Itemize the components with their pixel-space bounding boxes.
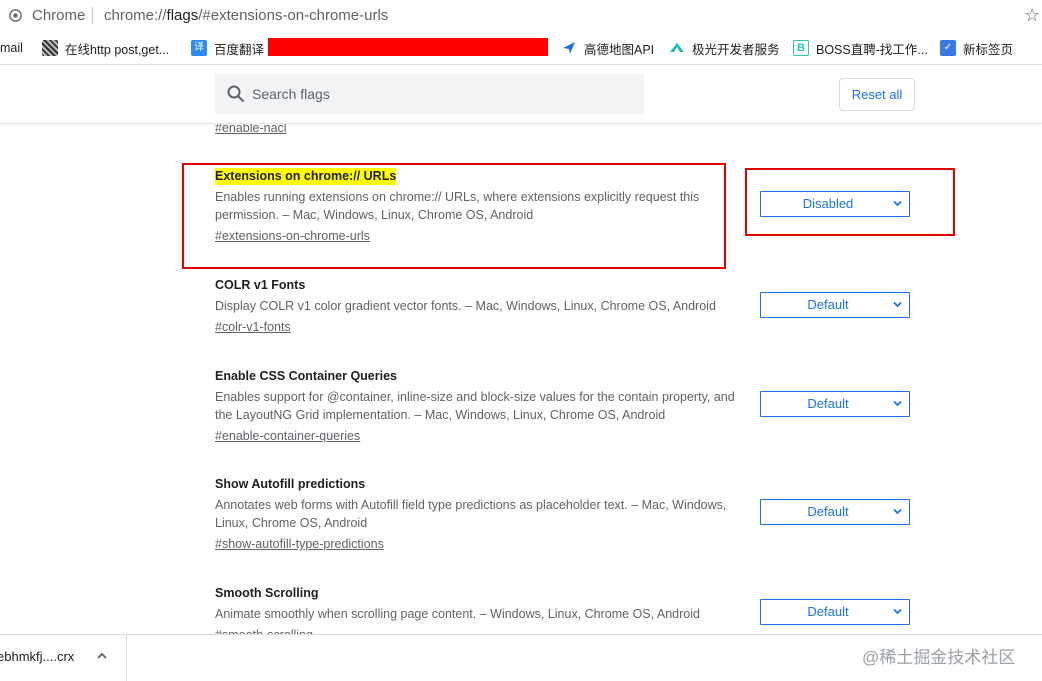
- url-prefix: chrome://: [104, 7, 167, 24]
- flag-item: Enable CSS Container Queries Enables sup…: [215, 367, 735, 445]
- bookmark-item-baidu-translate[interactable]: 译 百度翻译: [191, 39, 264, 57]
- bookmark-label: 百度翻译: [214, 42, 265, 57]
- amap-icon: [563, 42, 575, 54]
- flag-description: Display COLR v1 color gradient vector fo…: [215, 299, 716, 313]
- url-text[interactable]: chrome://flags/#extensions-on-chrome-url…: [104, 7, 388, 24]
- site-label: Chrome: [32, 7, 86, 24]
- search-placeholder: Search flags: [252, 86, 330, 102]
- chrome-page-icon: [9, 9, 22, 22]
- flag-link[interactable]: #smooth-scrolling: [215, 626, 313, 634]
- chevron-down-icon: [893, 301, 902, 308]
- bookmark-label: 在线http post,get...: [65, 42, 170, 57]
- url-rest: /#extensions-on-chrome-urls: [198, 7, 389, 24]
- chevron-down-icon: [893, 400, 902, 407]
- flag-title: Smooth Scrolling: [215, 586, 319, 600]
- shelf-divider: [126, 635, 127, 681]
- flag-title: Show Autofill predictions: [215, 477, 366, 491]
- chevron-down-icon: [893, 508, 902, 515]
- address-separator: [92, 7, 93, 24]
- flag-title: Enable CSS Container Queries: [215, 369, 397, 383]
- watermark: @稀土掘金技术社区: [862, 648, 1016, 667]
- chevron-up-icon[interactable]: [96, 650, 108, 662]
- redacted-bookmark: [268, 38, 548, 56]
- translate-icon: 译: [191, 40, 207, 56]
- bookmark-star-icon[interactable]: ☆: [1024, 5, 1040, 26]
- bookmark-label: BOSS直聘-找工作...: [816, 42, 928, 57]
- flag-select[interactable]: Default: [760, 391, 910, 417]
- flag-item: COLR v1 Fonts Display COLR v1 color grad…: [215, 276, 735, 336]
- flag-item: Smooth Scrolling Animate smoothly when s…: [215, 584, 735, 634]
- flag-title: COLR v1 Fonts: [215, 278, 306, 292]
- bookmark-label: 高德地图API: [584, 42, 655, 57]
- bookmark-label: mail: [0, 41, 23, 55]
- flag-select[interactable]: Default: [760, 292, 910, 318]
- bookmark-item-new-tab[interactable]: ✓ 新标签页: [940, 39, 1013, 57]
- annotation-box-select: [745, 168, 955, 236]
- flag-item: Show Autofill predictions Annotates web …: [215, 475, 735, 553]
- search-input[interactable]: Search flags: [215, 74, 644, 114]
- reset-all-button[interactable]: Reset all: [839, 78, 915, 111]
- flag-select-value: Default: [807, 504, 849, 519]
- address-bar[interactable]: Chrome chrome://flags/#extensions-on-chr…: [0, 0, 1042, 31]
- bookmark-item-boss[interactable]: B BOSS直聘-找工作...: [793, 39, 928, 57]
- flag-link[interactable]: #show-autofill-type-predictions: [215, 535, 384, 553]
- flag-description: Annotates web forms with Autofill field …: [215, 498, 727, 530]
- flag-link[interactable]: #enable-container-queries: [215, 427, 360, 445]
- flag-description: Animate smoothly when scrolling page con…: [215, 607, 700, 621]
- bookmark-item-jiguang[interactable]: 极光开发者服务: [669, 39, 780, 57]
- annotation-box-flag: [182, 163, 726, 269]
- bookmark-label: 新标签页: [963, 42, 1014, 57]
- chevron-down-icon: [893, 608, 902, 615]
- flag-description: Enables support for @container, inline-s…: [215, 390, 735, 422]
- newtab-icon: ✓: [940, 40, 956, 56]
- flag-select-value: Default: [807, 297, 849, 312]
- flag-select-value: Default: [807, 396, 849, 411]
- flag-link[interactable]: #colr-v1-fonts: [215, 318, 291, 336]
- bookmark-label: 极光开发者服务: [692, 42, 780, 57]
- download-filename[interactable]: ebhmkfj....crx: [0, 649, 74, 664]
- bookmark-item-http-post[interactable]: 在线http post,get...: [42, 39, 169, 57]
- flag-select-value: Default: [807, 604, 849, 619]
- boss-icon: B: [793, 40, 809, 56]
- jiguang-icon: [670, 43, 684, 52]
- download-shelf: ebhmkfj....crx @稀土掘金技术社区: [0, 634, 1042, 681]
- flags-toolbar: Search flags Reset all: [0, 66, 1042, 124]
- flag-select[interactable]: Default: [760, 499, 910, 525]
- bookmark-item-mail[interactable]: mail: [0, 39, 23, 57]
- flag-select[interactable]: Default: [760, 599, 910, 625]
- qr-icon: [42, 40, 58, 56]
- flag-link[interactable]: #enable-nacl: [215, 124, 287, 135]
- url-host: flags: [166, 7, 199, 24]
- search-icon: [227, 85, 245, 103]
- bookmark-item-amap[interactable]: 高德地图API: [561, 39, 654, 57]
